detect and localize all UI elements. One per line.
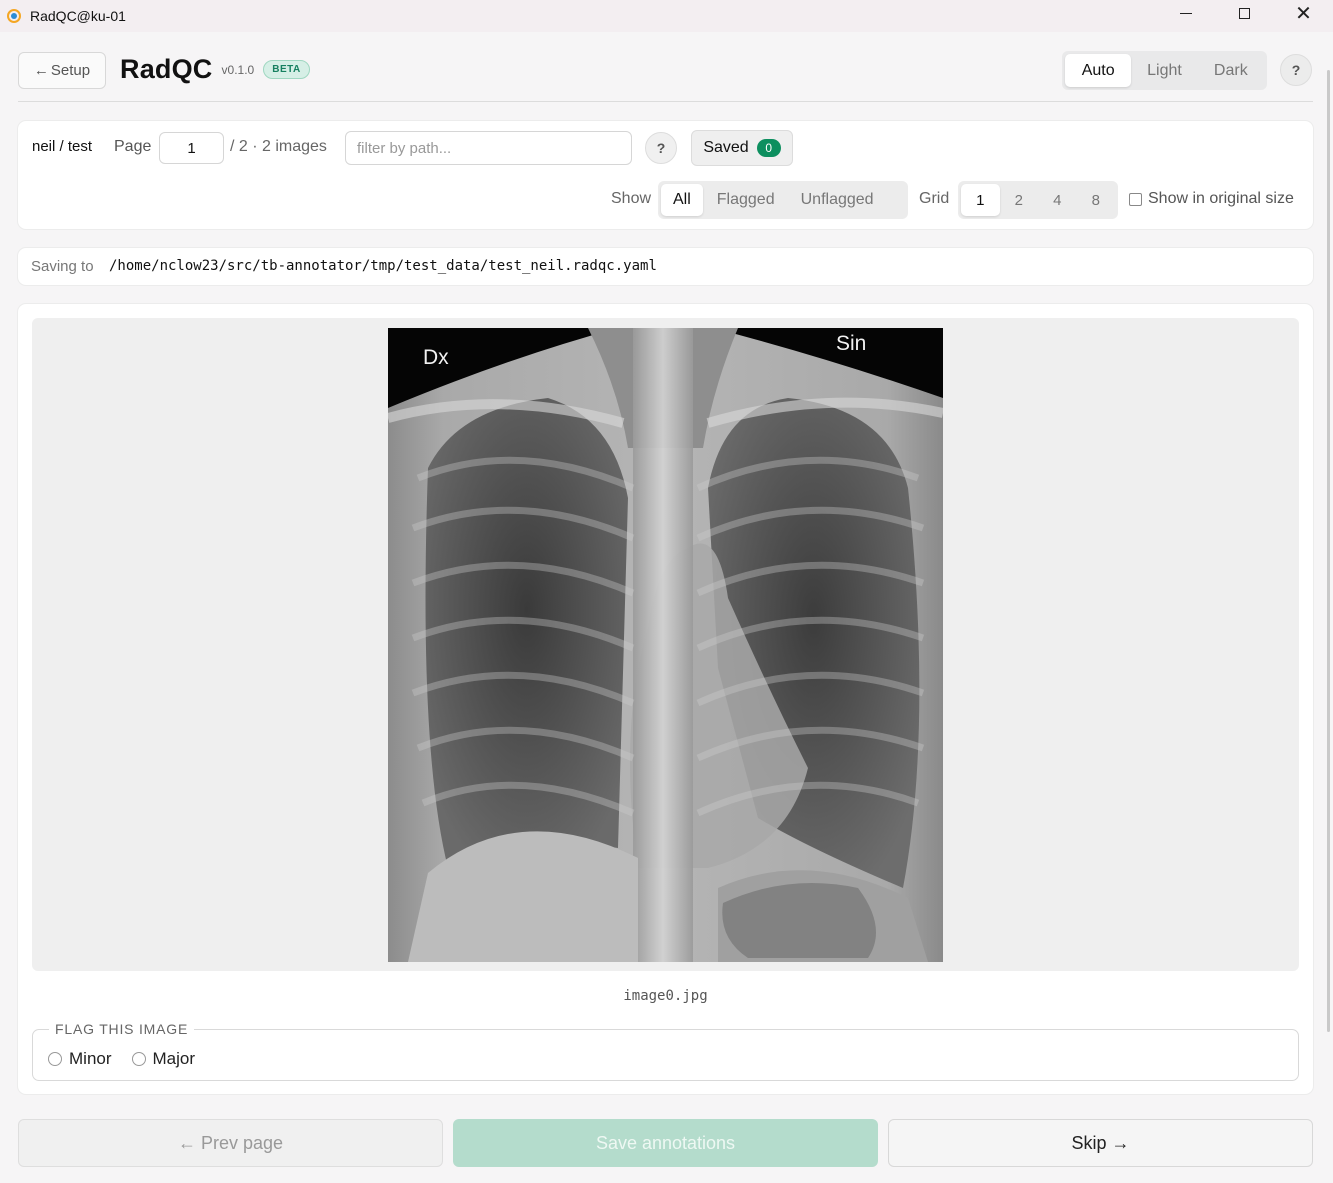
page-label: Page — [114, 138, 152, 155]
theme-switcher: Auto Light Dark — [1062, 51, 1267, 90]
window-title-bar: RadQC@ku-01 ✕ — [0, 0, 1333, 32]
flag-minor-radio[interactable] — [48, 1052, 62, 1066]
app-header: ← Setup RadQC v0.1.0 BETA Auto Light Dar… — [18, 32, 1313, 102]
close-icon: ✕ — [1295, 2, 1312, 25]
theme-dark[interactable]: Dark — [1198, 54, 1264, 87]
grid-2-tab[interactable]: 2 — [1000, 184, 1039, 216]
skip-button[interactable]: Skip → — [888, 1119, 1313, 1167]
original-size-checkbox[interactable] — [1129, 192, 1142, 206]
page-number-input[interactable] — [159, 132, 224, 164]
app-root: ← Setup RadQC v0.1.0 BETA Auto Light Dar… — [0, 32, 1333, 1183]
theme-light[interactable]: Light — [1131, 54, 1197, 87]
flag-options: Minor Major — [48, 1049, 195, 1069]
version-label: v0.1.0 — [221, 63, 255, 77]
window-controls: ✕ — [1156, 0, 1333, 32]
scrollbar[interactable] — [1327, 70, 1330, 1032]
grid-label: Grid — [919, 190, 950, 207]
image-filename: image0.jpg — [623, 988, 708, 1004]
prev-page-button[interactable]: ← Prev page — [18, 1119, 443, 1167]
original-size-toggle[interactable]: Show in original size — [1129, 190, 1294, 208]
toolbar: neil / test Page / 2 · 2 images ? Saved … — [18, 121, 1313, 229]
arrow-left-icon: ← — [33, 62, 49, 79]
xray-right-marker: Dx — [423, 346, 449, 369]
window-title: RadQC@ku-01 — [30, 8, 126, 24]
grid-8-tab[interactable]: 8 — [1077, 184, 1116, 216]
flag-minor-label: Minor — [69, 1049, 112, 1068]
brand-name: RadQC — [120, 54, 213, 84]
xray-drawing — [388, 328, 943, 962]
show-filter-tabs: All Flagged Unflagged — [658, 181, 908, 219]
saved-count-badge: 0 — [756, 139, 781, 157]
flag-minor-option[interactable]: Minor — [48, 1049, 112, 1069]
theme-auto[interactable]: Auto — [1065, 54, 1132, 87]
image-panel: Dx Sin image0.jpg FLAG THIS IMAGE Minor … — [18, 304, 1313, 1094]
original-size-label: Show in original size — [1148, 190, 1294, 207]
save-path-bar: Saving to /home/nclow23/src/tb-annotator… — [18, 248, 1313, 285]
beta-badge: BETA — [263, 60, 310, 79]
breadcrumb: neil / test — [32, 138, 93, 155]
maximize-icon — [1239, 8, 1250, 19]
setup-button[interactable]: ← Setup — [18, 52, 106, 89]
app-logo-icon — [7, 9, 21, 23]
flag-major-option[interactable]: Major — [131, 1049, 196, 1069]
minimize-button[interactable] — [1156, 0, 1215, 27]
show-all-tab[interactable]: All — [661, 184, 703, 216]
grid-4-tab[interactable]: 4 — [1038, 184, 1077, 216]
filter-help-button[interactable]: ? — [645, 132, 677, 164]
save-annotations-button[interactable]: Save annotations — [453, 1119, 878, 1167]
flag-major-radio[interactable] — [131, 1052, 146, 1066]
minimize-icon — [1179, 13, 1192, 14]
xray-left-marker: Sin — [836, 332, 867, 355]
grid-1-tab[interactable]: 1 — [961, 184, 1000, 216]
maximize-button[interactable] — [1215, 0, 1274, 27]
chest-xray-image[interactable]: Dx Sin — [388, 328, 943, 962]
grid-size-tabs: 1 2 4 8 — [958, 181, 1118, 219]
show-unflagged-tab[interactable]: Unflagged — [789, 184, 886, 216]
save-path: /home/nclow23/src/tb-annotator/tmp/test_… — [109, 258, 657, 274]
help-button[interactable]: ? — [1280, 54, 1312, 86]
saving-to-label: Saving to — [31, 258, 94, 275]
flag-major-label: Major — [152, 1049, 196, 1068]
show-label: Show — [611, 190, 652, 207]
flag-legend: FLAG THIS IMAGE — [49, 1021, 195, 1037]
brand: RadQC v0.1.0 BETA — [120, 54, 310, 85]
saved-button[interactable]: Saved 0 — [691, 130, 793, 166]
image-viewer: Dx Sin — [32, 318, 1299, 971]
setup-button-label: Setup — [50, 62, 91, 79]
close-button[interactable]: ✕ — [1274, 0, 1333, 27]
saved-label: Saved — [703, 139, 749, 156]
flag-fieldset: FLAG THIS IMAGE Minor Major — [32, 1021, 1299, 1081]
filter-input[interactable] — [345, 131, 632, 165]
show-flagged-tab[interactable]: Flagged — [705, 184, 787, 216]
page-total: / 2 · 2 images — [230, 138, 327, 155]
